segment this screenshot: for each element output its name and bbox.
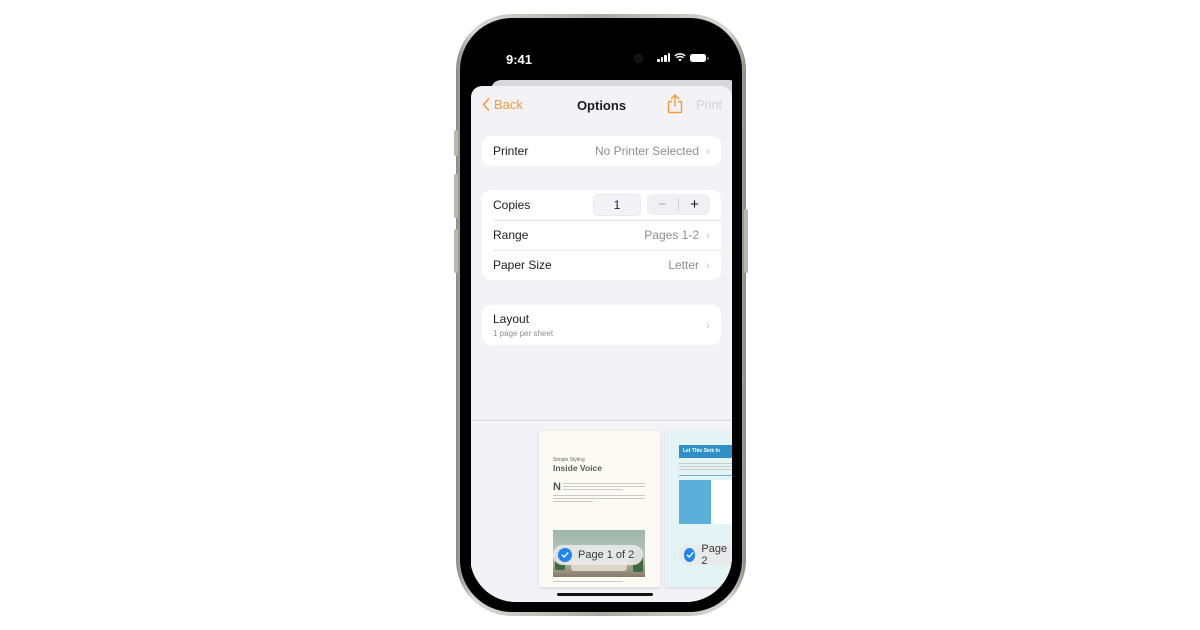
preview-text-line — [679, 469, 732, 470]
preview-text-line — [553, 495, 645, 496]
page-previews: Simple Styling Inside Voice N Let This S… — [471, 421, 732, 602]
chevron-right-icon: › — [706, 258, 710, 272]
status-bar: 9:41 — [470, 28, 732, 80]
iphone-frame: 9:41 Back Options Print Printer No Print… — [454, 14, 748, 616]
increment-button[interactable]: + — [679, 194, 710, 215]
preview-text-line — [563, 486, 645, 487]
wifi-icon — [674, 53, 686, 62]
preview-drop-cap: N — [553, 481, 561, 493]
printer-row[interactable]: Printer No Printer Selected › — [482, 136, 721, 166]
preview-text-line — [553, 501, 593, 502]
chevron-right-icon: › — [706, 318, 710, 332]
printer-label: Printer — [493, 144, 529, 158]
status-icons — [657, 53, 709, 62]
copies-count-field[interactable]: 1 — [593, 194, 641, 216]
paper-size-row[interactable]: Paper Size Letter › — [482, 250, 721, 280]
layout-row[interactable]: Layout 1 page per sheet › — [482, 305, 721, 345]
volume-down-button — [454, 229, 458, 273]
preview-text-line — [553, 581, 623, 582]
range-value: Pages 1-2 — [644, 228, 699, 242]
action-button — [454, 130, 458, 156]
paper-size-label: Paper Size — [493, 258, 552, 272]
page-2-label: Page 2 — [701, 543, 728, 567]
status-time: 9:41 — [506, 52, 533, 67]
battery-icon — [690, 54, 709, 62]
side-button — [744, 209, 748, 273]
phone-bezel: 9:41 Back Options Print Printer No Print… — [460, 18, 742, 612]
print-button[interactable]: Print — [696, 98, 722, 112]
range-label: Range — [493, 228, 529, 242]
preview-text-line — [563, 489, 623, 490]
decrement-button[interactable]: − — [647, 194, 678, 215]
preview-table-column — [711, 480, 732, 524]
preview-title: Let This Sink In — [679, 445, 732, 458]
copies-stepper[interactable]: − + — [647, 194, 710, 215]
checkmark-icon — [684, 548, 696, 562]
chevron-right-icon: › — [706, 228, 710, 242]
preview-subheading — [679, 475, 732, 476]
preview-text-line — [679, 466, 732, 467]
print-options-sheet: Back Options Print Printer No Printer Se… — [471, 86, 732, 602]
paper-size-value: Letter — [668, 258, 699, 272]
navigation-bar: Back Options Print — [471, 86, 732, 126]
preview-table — [679, 480, 711, 524]
layout-subtitle: 1 page per sheet — [493, 329, 554, 338]
home-indicator[interactable] — [557, 593, 653, 596]
layout-group: Layout 1 page per sheet › — [482, 305, 721, 345]
copies-row: Copies 1 − + — [482, 190, 721, 220]
copies-range-paper-group: Copies 1 − + Range Pages 1-2 › Paper Siz… — [482, 190, 721, 280]
chevron-right-icon: › — [706, 144, 710, 158]
preview-text-line — [563, 483, 645, 484]
volume-up-button — [454, 174, 458, 218]
front-camera — [635, 55, 642, 62]
printer-value: No Printer Selected — [594, 144, 699, 158]
preview-text-line — [553, 498, 645, 499]
page-title: Options — [576, 98, 627, 113]
phone-screen: 9:41 Back Options Print Printer No Print… — [470, 28, 732, 602]
copies-label: Copies — [493, 198, 531, 212]
checkmark-icon — [558, 548, 572, 562]
cellular-signal-icon — [657, 53, 670, 62]
page-1-label: Page 1 of 2 — [578, 549, 635, 561]
range-row[interactable]: Range Pages 1-2 › — [482, 220, 721, 250]
preview-title: Inside Voice — [553, 463, 602, 473]
printer-group: Printer No Printer Selected › — [482, 136, 721, 166]
layout-label: Layout — [493, 312, 530, 326]
preview-text-line — [679, 463, 732, 464]
page-2-badge: Page 2 — [679, 543, 732, 567]
page-1-badge: Page 1 of 2 — [553, 545, 644, 565]
share-icon[interactable] — [666, 94, 684, 114]
